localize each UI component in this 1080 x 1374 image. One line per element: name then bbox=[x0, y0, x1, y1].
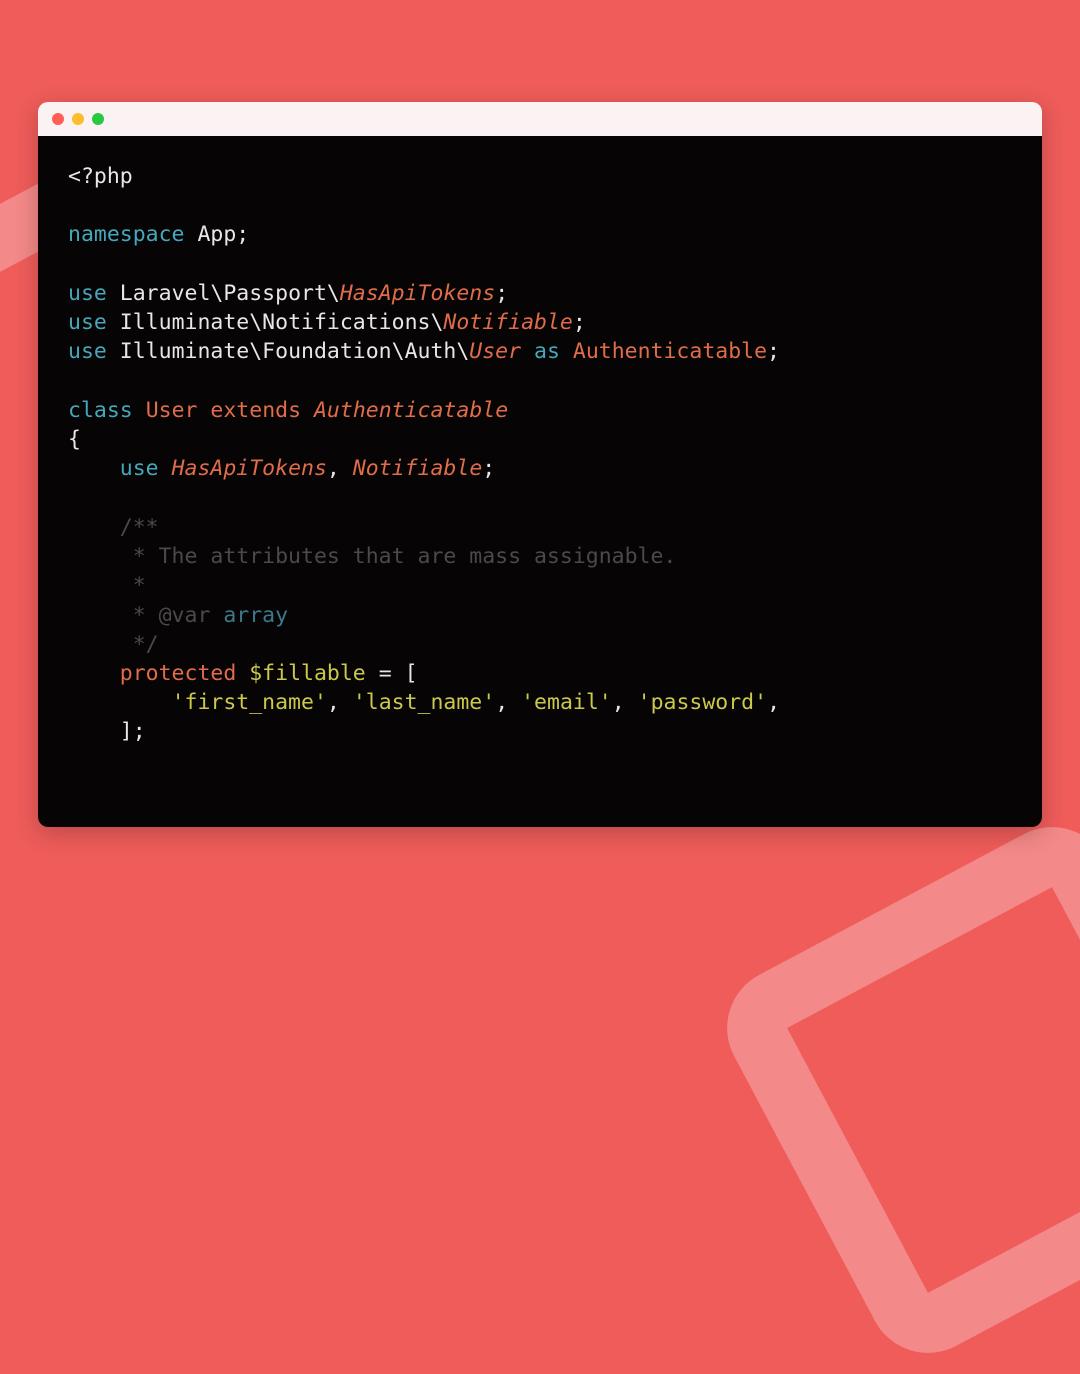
class-ref: User bbox=[469, 339, 521, 364]
string-literal: 'password' bbox=[638, 690, 767, 715]
minimize-icon[interactable] bbox=[72, 113, 84, 125]
equals: = bbox=[379, 661, 392, 686]
keyword-class: class bbox=[68, 398, 133, 423]
namespace-name: App bbox=[197, 222, 236, 247]
php-open-tag: <?php bbox=[68, 164, 133, 189]
doc-comment: * bbox=[120, 573, 146, 598]
semicolon: ; bbox=[482, 456, 495, 481]
doc-comment: /** bbox=[120, 515, 159, 540]
keyword-namespace: namespace bbox=[68, 222, 185, 247]
keyword-extends: extends bbox=[210, 398, 301, 423]
doc-comment: * The attributes that are mass assignabl… bbox=[120, 544, 677, 569]
comma: , bbox=[767, 690, 780, 715]
trait-ref: Notifiable bbox=[353, 456, 482, 481]
bracket-close: ]; bbox=[120, 719, 146, 744]
keyword-use: use bbox=[120, 456, 159, 481]
comma: , bbox=[327, 690, 340, 715]
code-editor: <?php namespace App; use Laravel\Passpor… bbox=[38, 136, 1042, 827]
keyword-as: as bbox=[534, 339, 560, 364]
semicolon: ; bbox=[495, 281, 508, 306]
comma: , bbox=[495, 690, 508, 715]
string-literal: 'email' bbox=[521, 690, 612, 715]
doc-tag: * @var bbox=[120, 603, 211, 628]
semicolon: ; bbox=[767, 339, 780, 364]
class-name: User bbox=[146, 398, 198, 423]
use-path: Illuminate\Notifications\ bbox=[120, 310, 444, 335]
doc-type: array bbox=[223, 603, 288, 628]
property-name: $fillable bbox=[249, 661, 366, 686]
alias-name: Authenticatable bbox=[573, 339, 767, 364]
keyword-use: use bbox=[68, 339, 107, 364]
maximize-icon[interactable] bbox=[92, 113, 104, 125]
semicolon: ; bbox=[573, 310, 586, 335]
string-literal: 'first_name' bbox=[172, 690, 327, 715]
trait-ref: HasApiTokens bbox=[172, 456, 327, 481]
bracket-open: [ bbox=[405, 661, 418, 686]
string-literal: 'last_name' bbox=[353, 690, 495, 715]
doc-comment: */ bbox=[120, 632, 159, 657]
brace-open: { bbox=[68, 427, 81, 452]
semicolon: ; bbox=[236, 222, 249, 247]
keyword-protected: protected bbox=[120, 661, 237, 686]
keyword-use: use bbox=[68, 281, 107, 306]
parent-class: Authenticatable bbox=[314, 398, 508, 423]
background-decoration bbox=[706, 806, 1080, 1374]
window-titlebar bbox=[38, 102, 1042, 136]
use-path: Illuminate\Foundation\Auth\ bbox=[120, 339, 470, 364]
code-window: <?php namespace App; use Laravel\Passpor… bbox=[38, 102, 1042, 827]
keyword-use: use bbox=[68, 310, 107, 335]
close-icon[interactable] bbox=[52, 113, 64, 125]
use-path: Laravel\Passport\ bbox=[120, 281, 340, 306]
trait-name: HasApiTokens bbox=[340, 281, 495, 306]
comma: , bbox=[612, 690, 625, 715]
trait-name: Notifiable bbox=[443, 310, 572, 335]
comma: , bbox=[327, 456, 340, 481]
